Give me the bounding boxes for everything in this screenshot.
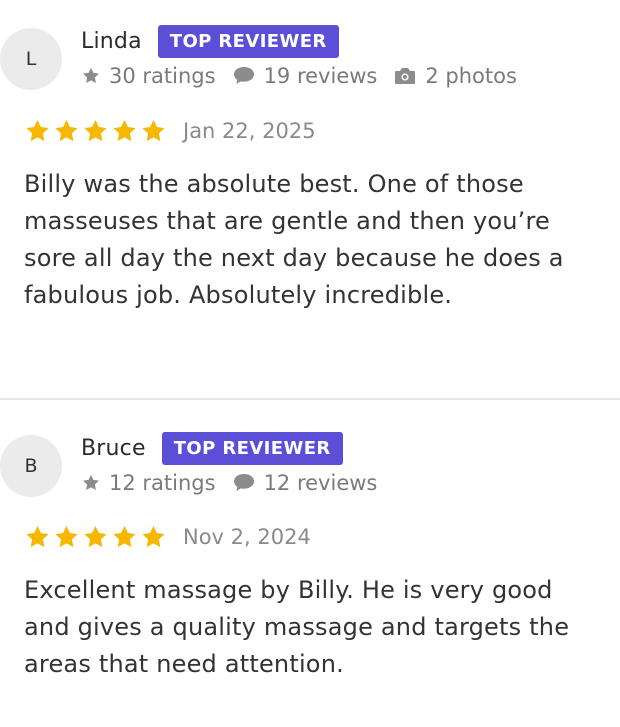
rating-row: Nov 2, 2024: [24, 524, 311, 550]
filled-star-icon: [113, 119, 136, 142]
review-date: Jan 22, 2025: [183, 119, 316, 143]
filled-star-icon: [55, 525, 78, 548]
filled-star-icon: [142, 525, 165, 548]
top-reviewer-badge: TOP REVIEWER: [161, 432, 343, 465]
reviews-stat: 12 reviews: [232, 471, 378, 495]
reviewer-name[interactable]: Linda: [81, 29, 142, 54]
review-card-bruce: B Bruce TOP REVIEWER 12 ratings 12 revie…: [0, 400, 620, 727]
star-rating: [24, 118, 167, 144]
ratings-count: 30 ratings: [109, 64, 216, 88]
reviewer-name[interactable]: Bruce: [81, 436, 146, 461]
filled-star-icon: [26, 525, 49, 548]
reviews-stat: 19 reviews: [232, 64, 378, 88]
filled-star-icon: [84, 119, 107, 142]
star-icon: [83, 474, 99, 490]
camera-icon: [395, 68, 416, 84]
reviewer-stats: 12 ratings 12 reviews: [81, 471, 377, 495]
ratings-stat: 30 ratings: [81, 64, 216, 88]
review-text: Excellent massage by Billy. He is very g…: [24, 576, 570, 678]
avatar-letter: B: [24, 455, 38, 477]
speech-bubble-icon: [233, 67, 254, 84]
star-icon: [83, 67, 99, 83]
review-card-linda: L Linda TOP REVIEWER 30 ratings 19 revie…: [0, 0, 620, 398]
avatar-letter: L: [25, 48, 37, 70]
filled-star-icon: [55, 119, 78, 142]
filled-star-icon: [26, 119, 49, 142]
speech-bubble-icon: [233, 474, 254, 491]
filled-star-icon: [84, 525, 107, 548]
star-rating: [24, 524, 167, 550]
photos-count: 2 photos: [425, 64, 517, 88]
reviews-count: 19 reviews: [263, 64, 378, 88]
reviews-count: 12 reviews: [263, 471, 378, 495]
avatar[interactable]: L: [0, 28, 62, 90]
top-reviewer-badge: TOP REVIEWER: [157, 25, 339, 58]
review-text: Billy was the absolute best. One of thos…: [24, 170, 564, 309]
review-date: Nov 2, 2024: [183, 525, 311, 549]
ratings-stat: 12 ratings: [81, 471, 216, 495]
avatar[interactable]: B: [0, 435, 62, 497]
reviewer-header: Bruce TOP REVIEWER: [81, 432, 343, 465]
reviewer-stats: 30 ratings 19 reviews 2 photos: [81, 64, 517, 88]
reviewer-header: Linda TOP REVIEWER: [81, 25, 339, 58]
photos-stat: 2 photos: [393, 64, 517, 88]
ratings-count: 12 ratings: [109, 471, 216, 495]
filled-star-icon: [142, 119, 165, 142]
filled-star-icon: [113, 525, 136, 548]
rating-row: Jan 22, 2025: [24, 118, 316, 144]
